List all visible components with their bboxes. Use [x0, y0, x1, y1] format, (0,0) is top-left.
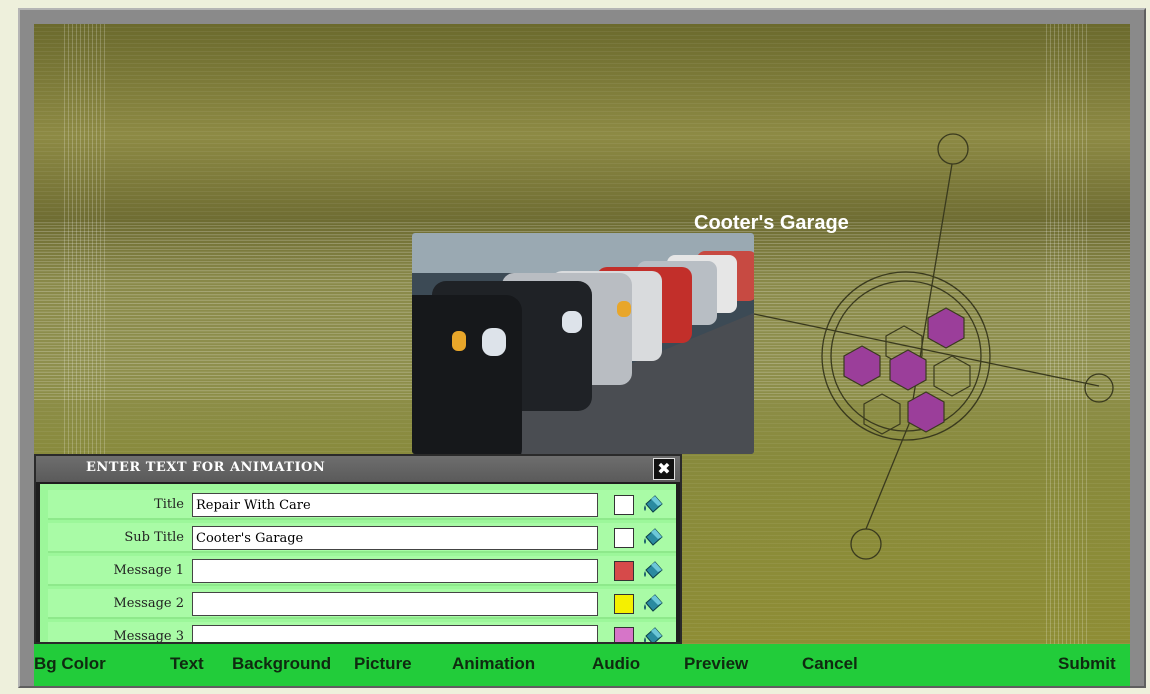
field-label: Message 1 — [113, 563, 184, 578]
form-row: Title — [48, 490, 676, 520]
dialog-title: ENTER TEXT FOR ANIMATION — [86, 460, 326, 475]
dialog-body: Title Sub Title Message 1 Message 2 Message … — [40, 484, 676, 644]
cars-photo — [412, 233, 754, 454]
background-button[interactable]: Background — [232, 654, 331, 674]
form-row: Message 2 — [48, 589, 676, 619]
animation-button[interactable]: Animation — [452, 654, 535, 674]
text-field[interactable] — [192, 625, 598, 642]
text-button[interactable]: Text — [170, 654, 204, 674]
form-row: Message 1 — [48, 556, 676, 586]
hexagon-emblem — [753, 133, 1114, 560]
color-swatch[interactable] — [614, 594, 634, 614]
paint-bucket-icon[interactable] — [642, 593, 666, 615]
form-row: Sub Title — [48, 523, 676, 553]
form-row: Message 3 — [48, 622, 676, 644]
preview-button[interactable]: Preview — [684, 654, 748, 674]
color-swatch[interactable] — [614, 627, 634, 642]
paint-bucket-icon[interactable] — [642, 626, 666, 644]
picture-button[interactable]: Picture — [354, 654, 412, 674]
app-frame: Cooter's Garage ENTER TEXT FOR ANIMATION… — [18, 8, 1146, 688]
color-swatch[interactable] — [614, 495, 634, 515]
dialog-header: ENTER TEXT FOR ANIMATION ✖ — [36, 456, 680, 482]
bottom-toolbar: Bg Color Text Background Picture Animati… — [34, 644, 1130, 686]
cancel-button[interactable]: Cancel — [802, 654, 858, 674]
audio-button[interactable]: Audio — [592, 654, 640, 674]
field-label: Message 2 — [113, 596, 184, 611]
color-swatch[interactable] — [614, 561, 634, 581]
text-field[interactable] — [192, 592, 598, 616]
text-field[interactable] — [192, 493, 598, 517]
field-label: Title — [154, 497, 184, 512]
paint-bucket-icon[interactable] — [642, 527, 666, 549]
field-label: Message 3 — [113, 629, 184, 644]
field-label: Sub Title — [124, 530, 184, 545]
bg-color-button[interactable]: Bg Color — [34, 654, 106, 674]
text-field[interactable] — [192, 559, 598, 583]
submit-button[interactable]: Submit — [1058, 654, 1116, 674]
site-title: Cooter's Garage — [694, 212, 849, 234]
text-field[interactable] — [192, 526, 598, 550]
text-entry-dialog: ENTER TEXT FOR ANIMATION ✖ Title Sub Titl… — [34, 454, 682, 644]
paint-bucket-icon[interactable] — [642, 494, 666, 516]
color-swatch[interactable] — [614, 528, 634, 548]
close-icon[interactable]: ✖ — [653, 458, 675, 480]
paint-bucket-icon[interactable] — [642, 560, 666, 582]
